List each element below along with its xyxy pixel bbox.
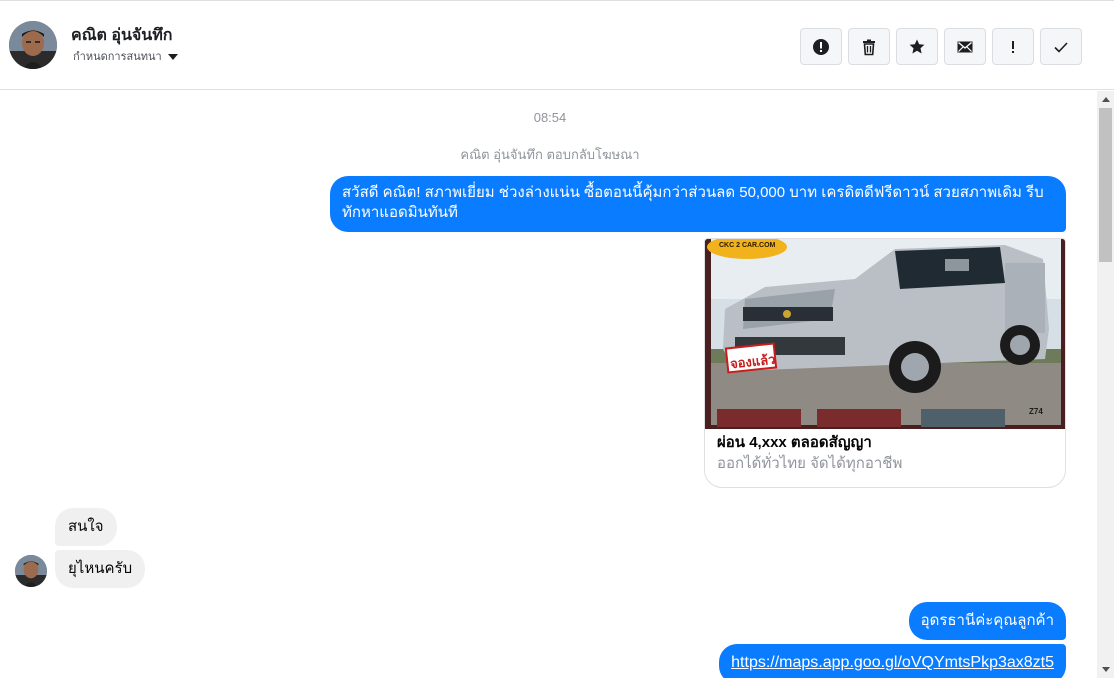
- sender-avatar[interactable]: [15, 555, 47, 587]
- ad-message-bubble: สวัสดี คณิต! สภาพเยี่ยม ช่วงล่างแน่น ซื้…: [330, 176, 1066, 232]
- ad-card-subtitle: ออกได้ทั่วไทย จัดได้ทุกอาชีพ: [717, 455, 903, 472]
- assign-conversation-label: กำหนดการสนทนา: [73, 51, 162, 63]
- ad-reply-note: คณิต อุ่นจันทึก ตอบกลับโฆษณา: [460, 147, 640, 162]
- incoming-message: ยุไหนครับ: [55, 550, 146, 588]
- scroll-down-arrow-icon[interactable]: [1097, 661, 1114, 678]
- ad-image-code: Z74: [1029, 407, 1043, 416]
- scroll-up-arrow-icon[interactable]: [1097, 91, 1114, 108]
- star-button[interactable]: [896, 28, 938, 65]
- outgoing-message: อุดรธานีค่ะคุณลูกค้า: [908, 602, 1066, 640]
- delete-button[interactable]: [848, 28, 890, 65]
- trash-icon: [863, 39, 875, 55]
- message-timestamp: 08:54: [533, 110, 567, 125]
- exclamation-icon: [1012, 40, 1014, 53]
- ad-image-brand: CKC 2 CAR.COM: [719, 242, 776, 249]
- outgoing-link-message: https://maps.app.goo.gl/oVQYmtsPkp3ax8zt…: [719, 644, 1066, 678]
- assign-conversation-dropdown[interactable]: กำหนดการสนทนา: [73, 47, 178, 65]
- alert-circle-icon: [813, 38, 829, 55]
- mark-unread-button[interactable]: [944, 28, 986, 65]
- contact-avatar[interactable]: [9, 21, 57, 69]
- contact-name: คณิต อุ่นจันทึก: [71, 27, 173, 44]
- envelope-icon: [957, 41, 973, 52]
- check-icon: [1054, 41, 1068, 53]
- header-actions: [800, 28, 1082, 65]
- conversation-header: คณิต อุ่นจันทึก กำหนดการสนทนา: [0, 0, 1114, 90]
- scroll-thumb[interactable]: [1099, 108, 1112, 262]
- follow-up-button[interactable]: [992, 28, 1034, 65]
- ad-card-image: CKC 2 CAR.COM จองแล้ว Z74: [705, 239, 1065, 429]
- message-thread: 08:54 คณิต อุ่นจันทึก ตอบกลับโฆษณา สวัสด…: [0, 91, 1097, 678]
- caret-down-icon: [167, 53, 178, 60]
- star-icon: [909, 39, 925, 53]
- mark-done-button[interactable]: [1040, 28, 1082, 65]
- map-link[interactable]: https://maps.app.goo.gl/oVQYmtsPkp3ax8zt…: [731, 654, 1054, 671]
- incoming-message: สนใจ: [55, 508, 117, 546]
- chat-scrollbar[interactable]: [1097, 91, 1114, 678]
- ad-card[interactable]: CKC 2 CAR.COM จองแล้ว Z74 ผ่อน 4,xxx ตลอ…: [704, 238, 1066, 488]
- report-spam-button[interactable]: [800, 28, 842, 65]
